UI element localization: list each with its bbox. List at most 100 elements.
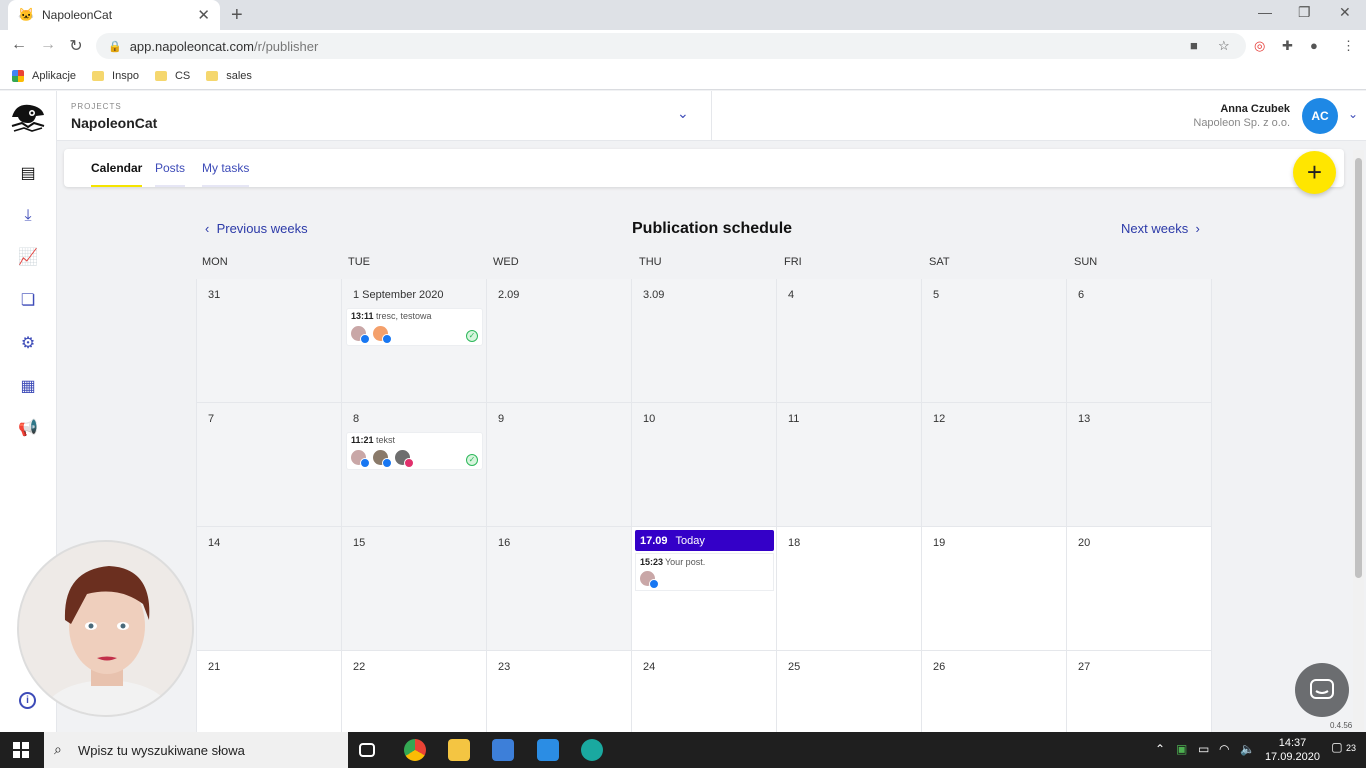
bookmark-star-icon[interactable]: ☆ [1218, 38, 1230, 54]
calendar-day[interactable]: 26 [922, 651, 1067, 732]
taskbar-clock[interactable]: 14:37 17.09.2020 [1265, 736, 1320, 764]
chat-button[interactable] [1295, 663, 1349, 717]
tab-calendar[interactable]: Calendar [91, 161, 143, 187]
publisher-icon[interactable]: ▤ [18, 164, 38, 184]
notifications-button[interactable]: ▢ 23 [1331, 740, 1356, 754]
today-bar: 17.09 Today [635, 530, 774, 551]
facebook-icon [382, 334, 392, 344]
back-icon[interactable]: ← [9, 36, 29, 54]
next-weeks-button[interactable]: Next weeks › [1121, 221, 1200, 236]
reports-documents-icon[interactable]: ❏ [18, 291, 38, 311]
page-scrollbar[interactable] [1353, 150, 1364, 730]
calendar-day[interactable]: 24 [632, 651, 777, 732]
restore-icon[interactable]: ❐ [1298, 4, 1311, 21]
post-card[interactable]: 13:11 tresc, testowa ✓ [346, 308, 483, 346]
new-tab-icon[interactable]: + [231, 4, 243, 27]
reload-icon[interactable]: ↻ [66, 36, 86, 56]
calendar-day[interactable]: 31 [197, 279, 342, 403]
weekday-header: TUE [348, 256, 370, 268]
tab-my-tasks[interactable]: My tasks [202, 161, 250, 187]
previous-weeks-button[interactable]: ‹ Previous weeks [205, 221, 308, 236]
task-view-icon[interactable] [359, 743, 375, 757]
napoleoncat-logo[interactable] [8, 99, 48, 133]
analytics-chart-icon[interactable]: 📈 [18, 248, 38, 268]
store-icon[interactable] [492, 739, 514, 761]
minimize-icon[interactable]: — [1258, 4, 1272, 20]
bookmark-cs[interactable]: CS [154, 70, 190, 82]
day-number: 12 [933, 413, 946, 425]
calendar-day[interactable]: 5 [922, 279, 1067, 403]
mail-icon[interactable] [537, 739, 559, 761]
calendar-day[interactable]: 8 11:21 tekst ✓ [342, 403, 487, 527]
address-bar[interactable]: 🔒 app.napoleoncat.com /r/publisher [96, 33, 1246, 59]
calendar-day[interactable]: 10 [632, 403, 777, 527]
close-tab-icon[interactable]: ✕ [197, 6, 210, 24]
calendar-day[interactable]: 3.09 [632, 279, 777, 403]
camera-icon[interactable]: ■ [1190, 38, 1198, 53]
wifi-icon[interactable]: ◠ [1219, 742, 1229, 756]
add-post-button[interactable]: + [1293, 151, 1336, 194]
calendar-day[interactable]: 19 [922, 527, 1067, 651]
bookmark-apps[interactable]: Aplikacje [12, 69, 76, 82]
calendar-day[interactable]: 21 [197, 651, 342, 732]
user-avatar[interactable]: AC [1302, 98, 1338, 134]
tray-chevron-up-icon[interactable]: ⌃ [1155, 742, 1165, 756]
post-card[interactable]: 15:23 Your post. [635, 553, 774, 591]
calendar-day[interactable]: 18 [777, 527, 922, 651]
post-card[interactable]: 11:21 tekst ✓ [346, 432, 483, 470]
windows-start-icon[interactable] [13, 742, 29, 758]
extension-icon[interactable]: ◎ [1254, 38, 1265, 54]
calendar-day[interactable]: 1 September 2020 13:11 tresc, testowa ✓ [342, 279, 487, 403]
download-icon[interactable]: ⤓ [18, 206, 38, 226]
chevron-down-icon[interactable]: ⌄ [677, 105, 689, 122]
calendar-day[interactable]: 2.09 [487, 279, 632, 403]
automation-gear-icon[interactable]: ⚙ [18, 334, 38, 354]
info-icon[interactable]: i [19, 692, 36, 709]
calendar-day[interactable]: 14 [197, 527, 342, 651]
volume-icon[interactable]: 🔈 [1240, 742, 1255, 756]
network-status-icon[interactable]: ▣ [1176, 742, 1187, 756]
facebook-icon [382, 458, 392, 468]
calendar-day[interactable]: 9 [487, 403, 632, 527]
calendar-day[interactable]: 6 [1067, 279, 1212, 403]
calendar-day[interactable]: 23 [487, 651, 632, 732]
edge-icon[interactable] [581, 739, 603, 761]
presentation-icon[interactable]: ▦ [18, 377, 38, 397]
chrome-icon[interactable] [404, 739, 426, 761]
close-window-icon[interactable]: ✕ [1339, 4, 1351, 21]
bookmark-sales[interactable]: sales [206, 70, 252, 82]
project-name[interactable]: NapoleonCat [71, 115, 157, 131]
folder-icon [206, 70, 219, 81]
calendar-day[interactable]: 4 [777, 279, 922, 403]
profile-icon[interactable]: ● [1310, 38, 1318, 53]
user-menu-chevron-icon[interactable]: ⌄ [1348, 107, 1358, 121]
calendar-day[interactable]: 27 [1067, 651, 1212, 732]
next-weeks-label: Next weeks [1121, 221, 1189, 236]
bookmark-inspo[interactable]: Inspo [92, 70, 139, 82]
extensions-puzzle-icon[interactable]: ✚ [1282, 38, 1293, 54]
napoleoncat-favicon-icon: 🐱 [18, 7, 35, 22]
lock-icon: 🔒 [108, 40, 122, 53]
calendar-day[interactable]: 15 [342, 527, 487, 651]
calendar-day[interactable]: 22 [342, 651, 487, 732]
calendar-day[interactable]: 12 [922, 403, 1067, 527]
profile-avatar [373, 450, 392, 468]
calendar-day[interactable]: 16 [487, 527, 632, 651]
calendar-day[interactable]: 20 [1067, 527, 1212, 651]
battery-icon[interactable]: ▭ [1198, 742, 1209, 756]
publisher-tabs: Calendar Posts My tasks [64, 149, 1344, 187]
file-explorer-icon[interactable] [448, 739, 470, 761]
scrollbar-thumb[interactable] [1355, 158, 1362, 578]
calendar-day[interactable]: 7 [197, 403, 342, 527]
megaphone-icon[interactable]: 📢 [18, 419, 38, 439]
calendar-day[interactable]: 25 [777, 651, 922, 732]
tab-posts[interactable]: Posts [155, 161, 186, 187]
browser-tab[interactable]: 🐱 NapoleonCat ✕ [8, 0, 220, 30]
calendar-day[interactable]: 11 [777, 403, 922, 527]
taskbar-search[interactable]: ⌕ Wpisz tu wyszukiwane słowa [44, 732, 348, 768]
menu-dots-icon[interactable]: ⋮ [1342, 38, 1355, 54]
forward-icon[interactable]: → [38, 36, 58, 54]
calendar-day[interactable]: 13 [1067, 403, 1212, 527]
weekday-header: FRI [784, 256, 802, 268]
calendar-day-today[interactable]: 17.09 Today 15:23 Your post. [632, 527, 777, 651]
